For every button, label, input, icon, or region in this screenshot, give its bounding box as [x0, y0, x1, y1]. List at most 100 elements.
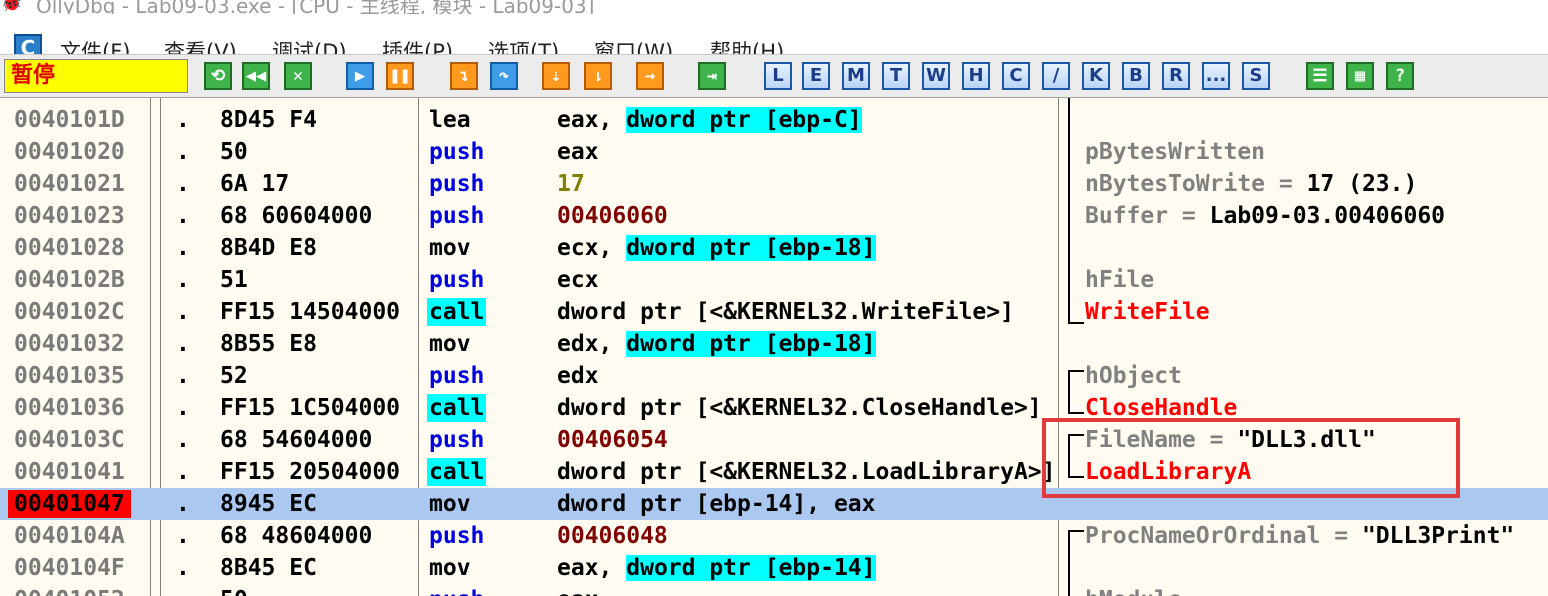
- comment-label: Buffer =: [1085, 203, 1210, 229]
- hex-bytes-cell: 68 54604000: [220, 427, 373, 453]
- address-cell: 0040103C: [14, 427, 125, 453]
- operand-part: eax: [557, 587, 599, 596]
- highlight-box: [1042, 418, 1460, 498]
- address-cell: 0040101D: [14, 107, 125, 133]
- operand-part: dword ptr [ebp-18]: [626, 235, 876, 261]
- disasm-row[interactable]: 00401020. 50 push eax pBytesWritten: [0, 136, 1548, 168]
- operand-part: , eax: [806, 491, 876, 517]
- memory-map-button[interactable]: M: [842, 62, 870, 90]
- address-cell: 00401041: [14, 459, 125, 485]
- call-stack-button[interactable]: K: [1082, 62, 1110, 90]
- mnemonic-cell: push: [429, 586, 484, 596]
- disasm-row[interactable]: 00401052. 50 push eax hModule: [0, 584, 1548, 596]
- toolbar: 暂停 ⟲ ◀◀ ✕ ▶ ❚❚ ↴ ↷ ⇣ ⇂ → ⇥ L E M T W H C…: [0, 54, 1548, 98]
- mnemonic-cell: mov: [429, 331, 471, 357]
- run-trace-button[interactable]: ...: [1202, 62, 1230, 90]
- threads-button[interactable]: T: [882, 62, 910, 90]
- disasm-row[interactable]: 0040102C. FF15 14504000 call dword ptr [<&K…: [0, 296, 1548, 328]
- disasm-row[interactable]: 00401032. 8B55 E8 mov edx, dword ptr [ebp-1…: [0, 328, 1548, 360]
- jump-marker: .: [176, 523, 190, 549]
- hex-bytes-cell: 8B45 EC: [220, 555, 317, 581]
- comment-cell: nBytesToWrite = 17 (23.): [1085, 170, 1417, 198]
- hex-bytes-cell: 51: [220, 267, 248, 293]
- cpu-button[interactable]: C: [1002, 62, 1030, 90]
- jump-marker: .: [176, 395, 190, 421]
- goto-icon[interactable]: ⇥: [698, 62, 726, 90]
- comment-label: hModule: [1085, 587, 1182, 596]
- jump-marker: .: [176, 427, 190, 453]
- call-arg-bracket: [1068, 150, 1084, 324]
- operand-part: eax: [557, 139, 599, 165]
- jump-marker: .: [176, 459, 190, 485]
- operand-part: dword ptr [ebp-14]: [557, 491, 807, 517]
- comment-value: 17 (23.): [1306, 171, 1418, 197]
- address-cell: 00401028: [14, 235, 125, 261]
- executable-modules-button[interactable]: E: [802, 62, 830, 90]
- breakpoints-button[interactable]: B: [1122, 62, 1150, 90]
- jump-marker: .: [176, 235, 190, 261]
- execute-till-return-icon[interactable]: →: [636, 62, 664, 90]
- windows-button[interactable]: W: [922, 62, 950, 90]
- operand-cell: eax: [557, 586, 1057, 596]
- operand-part: dword ptr [ebp-C]: [626, 107, 862, 133]
- comment-cell: hObject: [1085, 362, 1182, 390]
- grid-icon[interactable]: ▦: [1346, 62, 1374, 90]
- references-button[interactable]: R: [1162, 62, 1190, 90]
- disasm-row[interactable]: 0040104A. 68 48604000 push 00406048 ProcName…: [0, 520, 1548, 552]
- hex-bytes-cell: FF15 20504000: [220, 459, 401, 485]
- hex-bytes-cell: 8B55 E8: [220, 331, 317, 357]
- hex-bytes-cell: 50: [220, 139, 248, 165]
- disasm-row[interactable]: 00401035. 52 push edx hObject: [0, 360, 1548, 392]
- step-over-icon[interactable]: ↷: [490, 62, 518, 90]
- jump-marker: .: [176, 171, 190, 197]
- trace-over-icon[interactable]: ⇂: [584, 62, 612, 90]
- operand-part: dword ptr [<&KERNEL32.WriteFile>]: [557, 299, 1014, 325]
- operand-cell: dword ptr [<&KERNEL32.LoadLibraryA>]: [557, 458, 1057, 486]
- disasm-row[interactable]: 0040102B. 51 push ecx hFile: [0, 264, 1548, 296]
- comment-label: nBytesToWrite =: [1085, 171, 1307, 197]
- mnemonic-cell: call: [427, 394, 487, 422]
- comment-label: WriteFile: [1085, 299, 1210, 325]
- address-cell: 00401021: [14, 171, 125, 197]
- hex-bytes-cell: FF15 14504000: [220, 299, 401, 325]
- trace-into-icon[interactable]: ⇣: [542, 62, 570, 90]
- source-button[interactable]: S: [1242, 62, 1270, 90]
- run-icon[interactable]: ▶: [346, 62, 374, 90]
- mnemonic-cell: push: [429, 363, 485, 389]
- operand-part: edx: [557, 363, 599, 389]
- comment-label: pBytesWritten: [1085, 139, 1266, 165]
- call-arg-bracket: [1068, 530, 1084, 596]
- operand-part: edx,: [557, 331, 627, 357]
- close-icon[interactable]: ✕: [284, 62, 312, 90]
- disasm-row[interactable]: 00401028. 8B4D E8 mov ecx, dword ptr [ebp-1…: [0, 232, 1548, 264]
- operand-part: eax,: [557, 555, 627, 581]
- pause-icon[interactable]: ❚❚: [386, 62, 414, 90]
- disasm-row[interactable]: 0040101D. 8D45 F4 lea eax, dword ptr [ebp-C…: [0, 104, 1548, 136]
- jump-marker: .: [176, 331, 190, 357]
- mnemonic-cell: push: [429, 139, 485, 165]
- patches-button[interactable]: /: [1042, 62, 1070, 90]
- call-arg-bracket: [1068, 98, 1084, 150]
- mnemonic-cell: mov: [429, 555, 471, 581]
- operand-part: dword ptr [<&KERNEL32.CloseHandle>]: [557, 395, 1042, 421]
- step-into-icon[interactable]: ↴: [450, 62, 478, 90]
- disasm-row[interactable]: 00401023. 68 60604000 push 00406060 Buffer =…: [0, 200, 1548, 232]
- jump-marker: .: [176, 363, 190, 389]
- handles-button[interactable]: H: [962, 62, 990, 90]
- comment-cell: ProcNameOrOrdinal = "DLL3Print": [1085, 522, 1514, 550]
- log-window-button[interactable]: L: [764, 62, 792, 90]
- restart-icon[interactable]: ⟲: [204, 62, 232, 90]
- hex-bytes-cell: 8945 EC: [220, 491, 317, 517]
- rewind-icon[interactable]: ◀◀: [242, 62, 270, 90]
- help-icon[interactable]: ?: [1386, 62, 1414, 90]
- list-icon[interactable]: ☰: [1306, 62, 1334, 90]
- hex-bytes-cell: 68 48604000: [220, 523, 373, 549]
- disasm-row[interactable]: 0040104F. 8B45 EC mov eax, dword ptr [ebp-1…: [0, 552, 1548, 584]
- mnemonic-cell: mov: [429, 235, 471, 261]
- address-cell: 0040104F: [14, 555, 125, 581]
- operand-cell: eax: [557, 138, 1057, 166]
- disasm-row[interactable]: 00401021. 6A 17 push 17 nBytesToWrite = 17 (…: [0, 168, 1548, 200]
- disassembly-pane[interactable]: 0040101D. 8D45 F4 lea eax, dword ptr [ebp-C…: [0, 98, 1548, 596]
- operand-part: dword ptr [<&KERNEL32.LoadLibraryA>]: [557, 459, 1056, 485]
- address-cell: 00401035: [14, 363, 125, 389]
